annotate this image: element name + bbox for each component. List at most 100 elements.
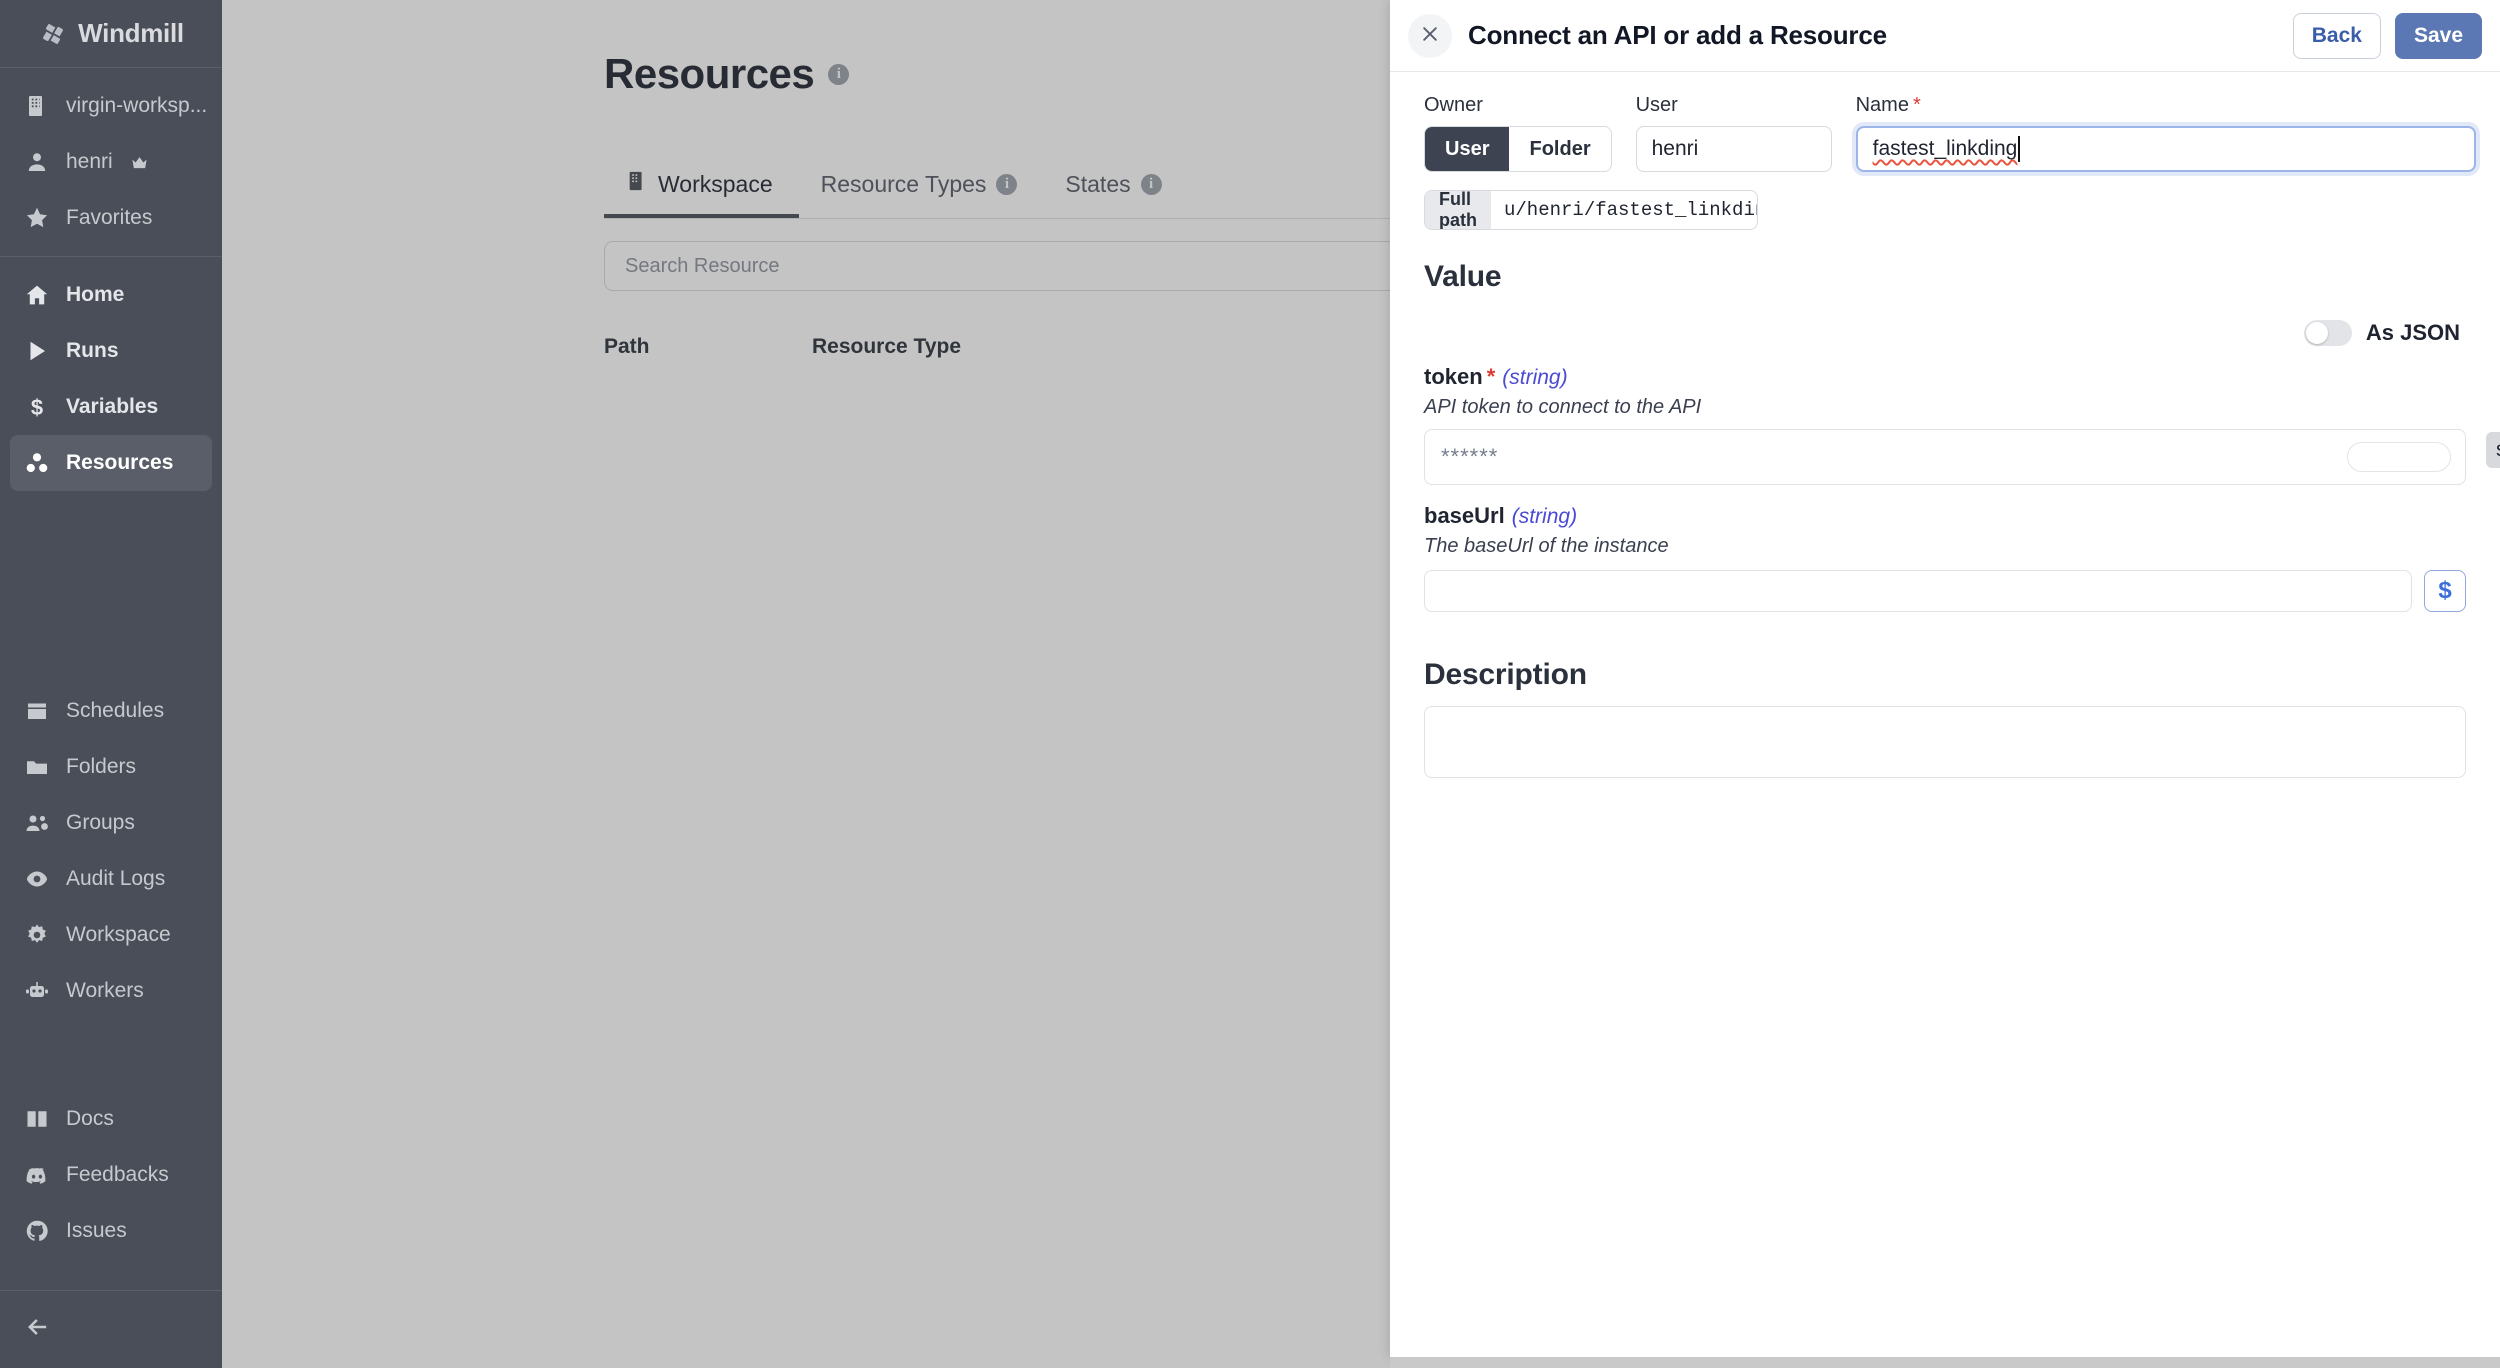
arrow-left-icon <box>24 1313 52 1346</box>
as-json-toggle[interactable] <box>2303 320 2352 346</box>
name-label: Name * <box>1856 94 2476 117</box>
token-masked-value: ****** <box>1441 444 1499 469</box>
drawer-header: Connect an API or add a Resource Back Sa… <box>1390 0 2500 72</box>
brand-logo[interactable]: Windmill <box>0 0 222 68</box>
sidebar-item-label: Docs <box>66 1107 114 1130</box>
sidebar-item-label: Folders <box>66 755 137 778</box>
sidebar-item-folders[interactable]: Folders <box>10 739 212 795</box>
sidebar-workspace-label: virgin-worksp... <box>66 94 208 117</box>
svg-text:$: $ <box>31 395 43 419</box>
connect-api-drawer: Connect an API or add a Resource Back Sa… <box>1390 0 2500 1357</box>
sidebar-admin-group: Schedules Folders Groups Audit Logs Work… <box>0 673 222 1029</box>
calendar-icon <box>24 698 50 724</box>
property-baseurl-header: baseUrl (string) <box>1424 503 2466 529</box>
sidebar-item-label: Feedbacks <box>66 1163 169 1186</box>
back-button[interactable]: Back <box>2292 12 2381 59</box>
full-path-label: Full path <box>1425 191 1491 229</box>
as-json-row: As JSON <box>1424 320 2466 346</box>
sidebar-item-favorites[interactable]: Favorites <box>10 190 212 246</box>
sidebar-item-workers[interactable]: Workers <box>10 963 212 1019</box>
as-json-label: As JSON <box>2365 320 2460 345</box>
sidebar-item-label: Audit Logs <box>66 867 166 890</box>
sidebar-context-group: virgin-worksp... henri Favorites <box>0 68 222 257</box>
name-input[interactable]: fastest_linkding <box>1855 126 2476 172</box>
text-caret <box>2018 136 2021 162</box>
brand-name: Windmill <box>78 18 184 48</box>
property-baseurl-type: (string) <box>1511 505 1578 528</box>
user-label: User <box>1635 94 1678 116</box>
book-icon <box>24 1106 50 1132</box>
sidebar-favorites-label: Favorites <box>66 206 153 229</box>
name-label-text: Name <box>1855 94 1909 116</box>
sidebar-item-docs[interactable]: Docs <box>10 1091 212 1147</box>
sidebar-item-label: Runs <box>66 339 119 362</box>
property-baseurl: baseUrl (string) The baseUrl of the insta… <box>1424 503 2466 612</box>
sidebar-item-issues[interactable]: Issues <box>10 1203 212 1259</box>
owner-option-folder[interactable]: Folder <box>1509 127 1611 171</box>
owner-option-user[interactable]: User <box>1425 127 1510 171</box>
sidebar-item-home[interactable]: Home <box>10 267 212 323</box>
sidebar-item-schedules[interactable]: Schedules <box>10 683 212 739</box>
play-icon <box>24 338 50 364</box>
token-input[interactable]: ****** <box>1424 429 2466 485</box>
name-field: Name * fastest_linkding <box>1855 94 2476 172</box>
property-baseurl-name: baseUrl <box>1424 503 1505 528</box>
groups-icon <box>24 810 50 836</box>
sidebar-item-groups[interactable]: Groups <box>10 795 212 851</box>
eye-icon <box>24 866 50 892</box>
sidebar-item-workspace-selector[interactable]: virgin-worksp... <box>10 78 212 134</box>
property-token-name: token <box>1424 364 1483 389</box>
property-token-description: API token to connect to the API <box>1424 396 1702 418</box>
as-json-toggle-knob <box>2305 322 2328 344</box>
sidebar-item-label: Workers <box>66 979 144 1002</box>
user-field: User henri <box>1635 94 1832 172</box>
sidebar-collapse-button[interactable] <box>0 1290 222 1368</box>
sidebar-item-label: Issues <box>66 1219 127 1242</box>
token-show-tooltip: show <box>2486 432 2500 468</box>
close-button[interactable] <box>1408 13 1452 58</box>
baseurl-input[interactable] <box>1424 570 2412 612</box>
sidebar-item-variables[interactable]: $ Variables <box>10 379 212 435</box>
description-section-title: Description <box>1424 658 1587 691</box>
user-input-value: henri <box>1651 137 1699 160</box>
property-token-required-marker: * <box>1486 364 1496 389</box>
crown-icon <box>131 154 148 171</box>
sidebar-item-user[interactable]: henri <box>10 134 212 190</box>
owner-field: Owner User Folder <box>1424 94 1612 172</box>
star-icon <box>24 205 50 231</box>
drawer-bottom-strip <box>1390 1357 2500 1368</box>
sidebar-item-resources[interactable]: Resources <box>10 435 212 491</box>
save-button[interactable]: Save <box>2394 12 2482 59</box>
description-textarea[interactable] <box>1424 706 2466 778</box>
name-required-marker: * <box>1912 94 1921 116</box>
discord-icon <box>24 1162 50 1188</box>
full-path-value: u/henri/fastest_linkding <box>1504 199 1758 221</box>
sidebar-item-audit-logs[interactable]: Audit Logs <box>10 851 212 907</box>
sidebar-item-label: Workspace <box>66 923 171 946</box>
sidebar-item-label: Groups <box>66 811 135 834</box>
dollar-icon: $ <box>24 394 50 420</box>
baseurl-variable-button[interactable]: $ <box>2424 570 2466 612</box>
user-input[interactable]: henri <box>1635 126 1832 172</box>
sidebar-main-group: Home Runs $ Variables Resources <box>0 257 222 501</box>
gear-icon <box>24 922 50 948</box>
property-token-header: token * (string) <box>1424 364 2466 390</box>
value-section-title: Value <box>1424 260 1502 293</box>
sidebar-item-feedbacks[interactable]: Feedbacks <box>10 1147 212 1203</box>
sidebar-item-label: Variables <box>66 395 159 418</box>
sidebar-item-label: Resources <box>66 451 174 474</box>
property-token-type: (string) <box>1502 366 1568 389</box>
sidebar-item-workspace-settings[interactable]: Workspace <box>10 907 212 963</box>
robot-icon <box>24 978 50 1004</box>
building-icon <box>24 93 50 119</box>
name-input-value: fastest_linkding <box>1872 137 2018 160</box>
token-show-pill[interactable] <box>2347 442 2451 472</box>
sidebar-item-label: Schedules <box>66 699 165 722</box>
drawer-actions: Back Save <box>2292 12 2482 59</box>
user-icon <box>24 149 50 175</box>
full-path-display: Full path u/henri/fastest_linkding <box>1424 190 1758 230</box>
owner-label: Owner <box>1424 94 1483 116</box>
sidebar-item-runs[interactable]: Runs <box>10 323 212 379</box>
sidebar-footer-group: Docs Feedbacks Issues <box>0 1081 222 1265</box>
